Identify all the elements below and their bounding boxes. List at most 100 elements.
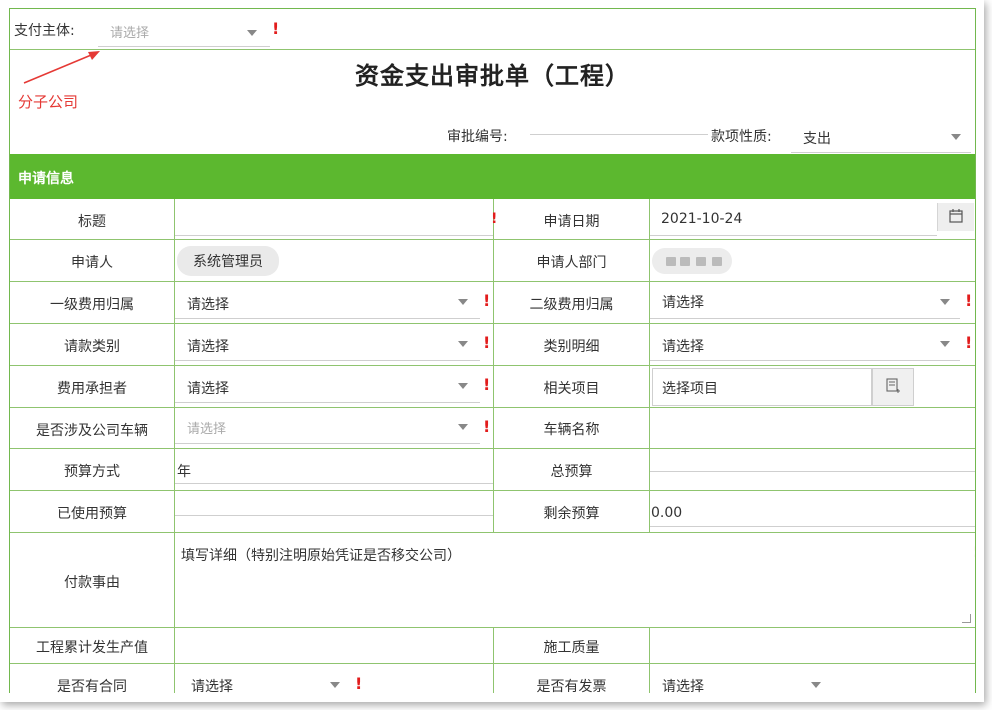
cost-bearer-placeholder: 请选择 <box>187 381 229 397</box>
chevron-down-icon <box>940 341 950 347</box>
level1-cost-select[interactable]: 请选择 ! <box>175 282 494 323</box>
required-mark: ! <box>483 417 491 436</box>
budget-method-label: 预算方式 <box>64 464 120 480</box>
pay-entity-placeholder: 请选择 <box>110 26 150 41</box>
chevron-down-icon <box>458 424 468 430</box>
category-detail-label: 类别明细 <box>543 339 600 355</box>
chevron-down-icon <box>951 134 961 140</box>
form-row: 一级费用归属 请选择 ! 二级费用归属 请选择 ! <box>10 282 975 324</box>
payment-reason-placeholder: 填写详细（特别注明原始凭证是否移交公司） <box>181 548 461 564</box>
apply-date-value: 2021-10-24 <box>661 211 743 227</box>
project-output-input[interactable] <box>175 628 494 663</box>
required-mark: ! <box>355 674 363 693</box>
construction-quality-label: 施工质量 <box>543 640 600 656</box>
vehicle-name-input[interactable] <box>650 408 975 448</box>
form-row: 请款类别 请选择 ! 类别明细 请选择 ! <box>10 324 975 366</box>
select-project-button[interactable] <box>872 368 914 406</box>
cost-bearer-label: 费用承担者 <box>57 381 127 397</box>
required-mark: ! <box>483 291 491 310</box>
remaining-budget-input[interactable]: 0.00 <box>650 491 975 532</box>
applicant-dept-label: 申请人部门 <box>536 255 607 271</box>
required-mark: ! <box>965 333 973 352</box>
category-detail-placeholder: 请选择 <box>662 339 704 355</box>
budget-method-input[interactable]: 年 <box>175 449 494 490</box>
chevron-down-icon <box>458 341 468 347</box>
has-contract-label: 是否有合同 <box>57 679 127 693</box>
apply-date-field[interactable]: 2021-10-24 <box>650 199 975 239</box>
level2-cost-placeholder: 请选择 <box>662 295 704 311</box>
level1-cost-label: 一级费用归属 <box>50 297 134 313</box>
form-row: 预算方式 年 总预算 <box>10 449 975 491</box>
level1-cost-placeholder: 请选择 <box>187 297 229 313</box>
request-category-placeholder: 请选择 <box>187 339 229 355</box>
form-row: 费用承担者 请选择 ! 相关项目 选择项目 <box>10 366 975 408</box>
applicant-value: 系统管理员 <box>177 246 279 276</box>
company-vehicle-label: 是否涉及公司车辆 <box>36 423 148 439</box>
company-vehicle-select[interactable]: 请选择 ! <box>175 408 494 448</box>
form-grid: 标题 ! 申请日期 2021-10-24 申请人 系统管理员 申请人部门 一级费… <box>10 199 975 693</box>
chevron-down-icon <box>458 299 468 305</box>
project-output-label: 工程累计发生产值 <box>36 640 148 656</box>
level2-cost-label: 二级费用归属 <box>529 297 614 313</box>
vehicle-name-label: 车辆名称 <box>543 422 600 438</box>
pay-entity-label: 支付主体: <box>14 23 75 39</box>
request-category-label: 请款类别 <box>64 339 120 355</box>
related-project-input[interactable]: 选择项目 <box>652 368 872 406</box>
form-row: 已使用预算 剩余预算 0.00 <box>10 491 975 533</box>
has-invoice-select[interactable]: 请选择 <box>650 664 975 693</box>
chevron-down-icon <box>811 682 821 688</box>
form-row: 付款事由 填写详细（特别注明原始凭证是否移交公司） ! <box>10 533 975 628</box>
form-row: 标题 ! 申请日期 2021-10-24 <box>10 199 975 240</box>
title-input[interactable]: ! <box>175 199 497 239</box>
construction-quality-input[interactable] <box>650 628 975 663</box>
has-contract-placeholder: 请选择 <box>191 679 233 693</box>
request-category-select[interactable]: 请选择 ! <box>175 324 494 365</box>
approval-no-label: 审批编号: <box>447 129 508 145</box>
form-title: 资金支出审批单（工程） <box>355 62 630 90</box>
form-row: 是否有合同 请选择 ! 是否有发票 请选择 <box>10 664 975 693</box>
chevron-down-icon <box>330 682 340 688</box>
remaining-budget-label: 剩余预算 <box>543 506 600 522</box>
related-project-label: 相关项目 <box>543 381 600 397</box>
title-label: 标题 <box>78 214 106 230</box>
related-project-placeholder: 选择项目 <box>662 381 718 397</box>
total-budget-input[interactable] <box>650 449 975 490</box>
required-mark: ! <box>973 545 975 561</box>
payment-type-label: 款项性质: <box>711 129 772 145</box>
form-row: 工程累计发生产值 施工质量 <box>10 628 975 664</box>
section-title: 申请信息 <box>18 171 74 187</box>
chevron-down-icon <box>458 383 468 389</box>
chevron-down-icon <box>247 30 257 36</box>
calendar-button[interactable] <box>937 203 974 231</box>
cost-bearer-select[interactable]: 请选择 ! <box>175 366 494 407</box>
apply-date-label: 申请日期 <box>543 214 600 230</box>
has-contract-select[interactable]: 请选择 ! <box>175 664 494 693</box>
total-budget-label: 总预算 <box>550 464 593 480</box>
used-budget-label: 已使用预算 <box>57 506 127 522</box>
annotation-label: 分子公司 <box>18 93 79 111</box>
has-invoice-placeholder: 请选择 <box>662 679 704 693</box>
approval-form: 支付主体: 请选择 ! 分子公司 资金支出审批单（工程） 审批编号: 款项性质:… <box>9 8 976 693</box>
pay-entity-row: 支付主体: 请选择 ! <box>10 9 975 50</box>
calendar-icon <box>949 209 963 223</box>
resize-handle-icon[interactable] <box>962 614 971 623</box>
payment-reason-textarea[interactable]: 填写详细（特别注明原始凭证是否移交公司） ! <box>175 533 975 627</box>
required-mark: ! <box>483 333 491 352</box>
required-mark: ! <box>272 19 280 38</box>
applicant-dept-value <box>652 248 732 274</box>
select-list-icon <box>886 378 900 393</box>
form-row: 申请人 系统管理员 申请人部门 <box>10 240 975 282</box>
approval-no-field[interactable] <box>530 134 708 135</box>
pay-entity-select[interactable]: 请选择 <box>98 17 270 47</box>
level2-cost-select[interactable]: 请选择 ! <box>650 282 975 323</box>
budget-method-value: 年 <box>177 464 191 480</box>
category-detail-select[interactable]: 请选择 ! <box>650 324 975 365</box>
required-mark: ! <box>483 375 491 394</box>
payment-type-select[interactable]: 支出 <box>791 121 971 153</box>
payment-reason-label: 付款事由 <box>64 575 120 591</box>
used-budget-input[interactable] <box>175 491 494 532</box>
has-invoice-label: 是否有发票 <box>536 679 607 693</box>
section-header: 申请信息 <box>10 154 975 199</box>
chevron-down-icon <box>940 299 950 305</box>
payment-type-value: 支出 <box>803 131 831 147</box>
